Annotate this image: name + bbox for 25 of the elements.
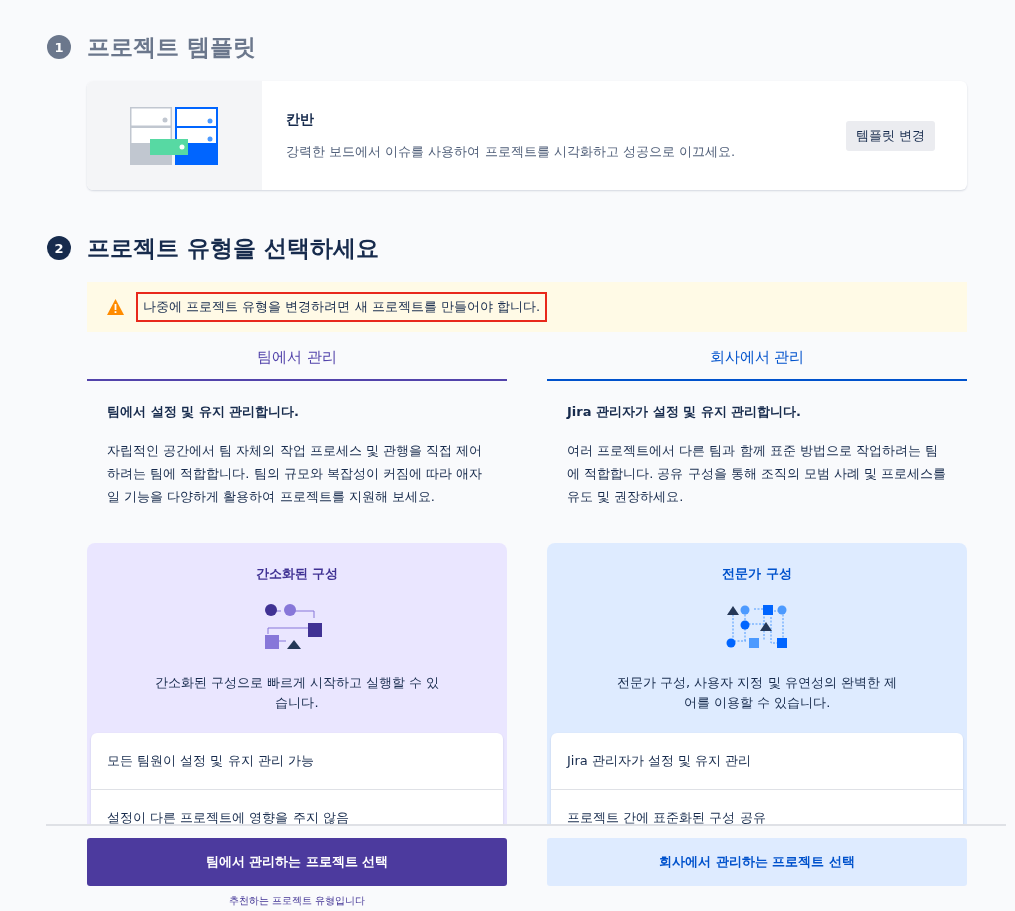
step-title: 프로젝트 유형을 선택하세요 [87, 233, 379, 263]
template-description: 강력한 보드에서 이슈를 사용하여 프로젝트를 시각화하고 성공으로 이끄세요. [286, 142, 737, 161]
step-number: 2 [47, 236, 71, 260]
feature-item: Jira 관리자가 설정 및 유지 관리 [551, 733, 963, 790]
select-project-button[interactable]: 팀에서 관리하는 프로젝트 선택 [87, 838, 507, 886]
column-heading: Jira 관리자가 설정 및 유지 관리합니다. [567, 403, 803, 421]
tab[interactable]: 팀에서 관리 [87, 332, 507, 381]
template-name: 칸반 [286, 110, 315, 129]
tab[interactable]: 회사에서 관리 [547, 332, 967, 381]
step-title: 프로젝트 템플릿 [87, 32, 256, 62]
card-title: 전문가 구성 [721, 565, 793, 583]
recommendation-note: 추천하는 프로젝트 유형입니다 [228, 894, 366, 908]
column-description: 자립적인 공간에서 팀 자체의 작업 프로세스 및 관행을 직접 제어하려는 팀에 적합합니다. 팀의 규모와 복잡성이 커짐에 따라 애자일 기능을 다양하게 활용하여 프로젝트를 지원해 보세요. [107, 442, 484, 506]
feature-item: 모든 팀원이 설정 및 유지 관리 가능 [91, 733, 503, 790]
card-description: 간소화된 구성으로 빠르게 시작하고 실행할 수 있습니다. [153, 674, 441, 712]
select-project-button[interactable]: 회사에서 관리하는 프로젝트 선택 [547, 838, 967, 886]
card-description: 전문가 구성, 사용자 지정 및 유연성의 완벽한 제어를 이용할 수 있습니다. [615, 674, 899, 712]
step-number: 1 [47, 35, 71, 59]
change-template-button[interactable]: 템플릿 변경 [845, 120, 935, 151]
column-description: 여러 프로젝트에서 다른 팀과 함께 표준 방법으로 작업하려는 팀에 적합합니다. 공유 구성을 통해 조직의 모범 사례 및 프로세스를 유도 및 권장하세요. [567, 442, 947, 506]
workflow-diagram [726, 603, 788, 651]
warning-message: 나중에 프로젝트 유형을 변경하려면 새 프로젝트를 만들어야 합니다. [136, 292, 548, 322]
card-title: 간소화된 구성 [254, 565, 340, 583]
warning-icon [107, 299, 124, 315]
column-heading: 팀에서 설정 및 유지 관리합니다. [107, 403, 301, 421]
